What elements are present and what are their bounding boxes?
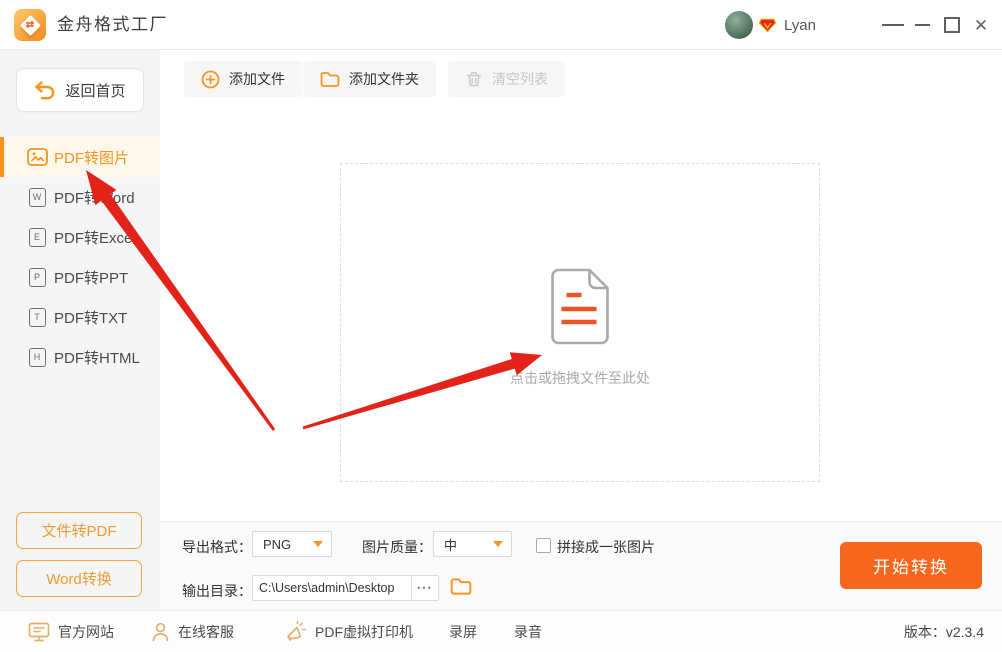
clear-list-label: 清空列表 bbox=[492, 69, 548, 89]
start-convert-button[interactable]: 开始转换 bbox=[840, 542, 982, 589]
sidebar: 返回首页 PDF转图片 W PDF转Word E PDF转Excel P PDF… bbox=[0, 50, 160, 610]
person-icon bbox=[151, 622, 170, 642]
doc-e-icon: E bbox=[26, 228, 48, 247]
sidebar-item-label: PDF转TXT bbox=[54, 307, 127, 328]
merge-checkbox-label[interactable]: 拼接成一张图片 bbox=[557, 537, 655, 557]
back-home-label: 返回首页 bbox=[65, 80, 125, 101]
browse-button[interactable]: ••• bbox=[412, 575, 439, 601]
add-folder-label: 添加文件夹 bbox=[349, 69, 419, 89]
output-dir-group: ••• bbox=[252, 575, 439, 601]
back-home-button[interactable]: 返回首页 bbox=[16, 68, 144, 112]
settings-panel: 导出格式： PNG 图片质量： 中 拼接成一张图片 输出目录： ••• 开始转换 bbox=[160, 521, 1002, 610]
word-convert-button[interactable]: Word转换 bbox=[16, 560, 142, 597]
file-dropzone[interactable]: 点击或拖拽文件至此处 bbox=[340, 163, 820, 482]
footer-link-official-site[interactable]: 官方网站 bbox=[28, 611, 114, 652]
footer-link-online-support[interactable]: 在线客服 bbox=[151, 611, 234, 652]
circle-plus-icon bbox=[201, 70, 220, 89]
sidebar-item-label: PDF转HTML bbox=[54, 347, 140, 368]
logo-diamond: ⇄ bbox=[19, 14, 40, 35]
maximize-icon[interactable] bbox=[941, 14, 963, 36]
add-file-label: 添加文件 bbox=[229, 69, 285, 89]
megaphone-icon bbox=[284, 621, 307, 643]
file-to-pdf-button[interactable]: 文件转PDF bbox=[16, 512, 142, 549]
footer-link-audio-record[interactable]: 录音 bbox=[514, 611, 542, 652]
sidebar-item-label: PDF转PPT bbox=[54, 267, 128, 288]
folder-icon bbox=[450, 577, 472, 596]
title-bar: ⇄ 金舟格式工厂 Lyan ✕ bbox=[0, 0, 1002, 50]
add-file-button[interactable]: 添加文件 bbox=[184, 61, 302, 97]
menu-icon[interactable] bbox=[882, 14, 904, 36]
export-format-value: PNG bbox=[263, 537, 291, 552]
clear-list-button[interactable]: 清空列表 bbox=[448, 61, 565, 97]
undo-arrow-icon bbox=[34, 81, 56, 100]
doc-h-icon: H bbox=[26, 348, 48, 367]
footer-link-label: PDF虚拟打印机 bbox=[315, 622, 413, 642]
footer-link-label: 在线客服 bbox=[178, 622, 234, 642]
dropzone-hint: 点击或拖拽文件至此处 bbox=[341, 368, 819, 388]
merge-checkbox[interactable] bbox=[536, 538, 551, 553]
vip-badge-icon bbox=[759, 18, 776, 33]
monitor-icon bbox=[28, 622, 50, 642]
chevron-down-icon bbox=[313, 541, 323, 547]
file-to-pdf-label: 文件转PDF bbox=[41, 520, 116, 541]
sidebar-item-pdf-to-html[interactable]: H PDF转HTML bbox=[0, 337, 160, 377]
footer-link-screen-record[interactable]: 录屏 bbox=[449, 611, 477, 652]
doc-w-icon: W bbox=[26, 188, 48, 207]
sidebar-item-pdf-to-image[interactable]: PDF转图片 bbox=[0, 137, 160, 177]
output-dir-input[interactable] bbox=[252, 575, 412, 601]
output-dir-label: 输出目录： bbox=[182, 581, 252, 601]
user-account[interactable]: Lyan bbox=[725, 8, 816, 42]
export-format-label: 导出格式： bbox=[182, 537, 252, 557]
document-icon bbox=[545, 268, 616, 350]
close-icon[interactable]: ✕ bbox=[970, 14, 992, 36]
swap-arrows-icon: ⇄ bbox=[26, 20, 34, 30]
add-folder-button[interactable]: 添加文件夹 bbox=[303, 61, 436, 97]
sidebar-item-pdf-to-txt[interactable]: T PDF转TXT bbox=[0, 297, 160, 337]
doc-t-icon: T bbox=[26, 308, 48, 327]
image-quality-value: 中 bbox=[444, 535, 457, 554]
image-quality-select[interactable]: 中 bbox=[433, 531, 512, 557]
minimize-icon[interactable] bbox=[911, 14, 933, 36]
trash-icon bbox=[465, 70, 483, 88]
sidebar-item-label: PDF转图片 bbox=[54, 147, 129, 168]
footer-bar: 官方网站 在线客服 PDF虚拟打印机 录屏 录音 版本：v2.3.4 bbox=[0, 610, 1002, 652]
footer-link-label: 官方网站 bbox=[58, 622, 114, 642]
export-format-select[interactable]: PNG bbox=[252, 531, 332, 557]
image-icon bbox=[26, 148, 48, 166]
image-quality-label: 图片质量： bbox=[362, 537, 432, 557]
app-title: 金舟格式工厂 bbox=[57, 0, 168, 50]
chevron-down-icon bbox=[493, 541, 503, 547]
app-logo-icon: ⇄ bbox=[14, 9, 46, 41]
sidebar-item-pdf-to-excel[interactable]: E PDF转Excel bbox=[0, 217, 160, 257]
user-avatar bbox=[725, 11, 753, 39]
sidebar-item-label: PDF转Word bbox=[54, 187, 135, 208]
version-text: 版本：v2.3.4 bbox=[904, 611, 984, 652]
footer-link-label: 录音 bbox=[514, 622, 542, 642]
footer-link-pdf-virtual-printer[interactable]: PDF虚拟打印机 bbox=[284, 611, 413, 652]
sidebar-item-label: PDF转Excel bbox=[54, 227, 136, 248]
sidebar-item-pdf-to-ppt[interactable]: P PDF转PPT bbox=[0, 257, 160, 297]
open-output-folder-button[interactable] bbox=[450, 577, 472, 596]
folder-icon bbox=[320, 71, 340, 88]
doc-p-icon: P bbox=[26, 268, 48, 287]
footer-link-label: 录屏 bbox=[449, 622, 477, 642]
word-convert-label: Word转换 bbox=[46, 568, 112, 589]
sidebar-item-pdf-to-word[interactable]: W PDF转Word bbox=[0, 177, 160, 217]
username: Lyan bbox=[784, 17, 816, 34]
app-window: ⇄ 金舟格式工厂 Lyan ✕ 返回首页 bbox=[0, 0, 1002, 652]
